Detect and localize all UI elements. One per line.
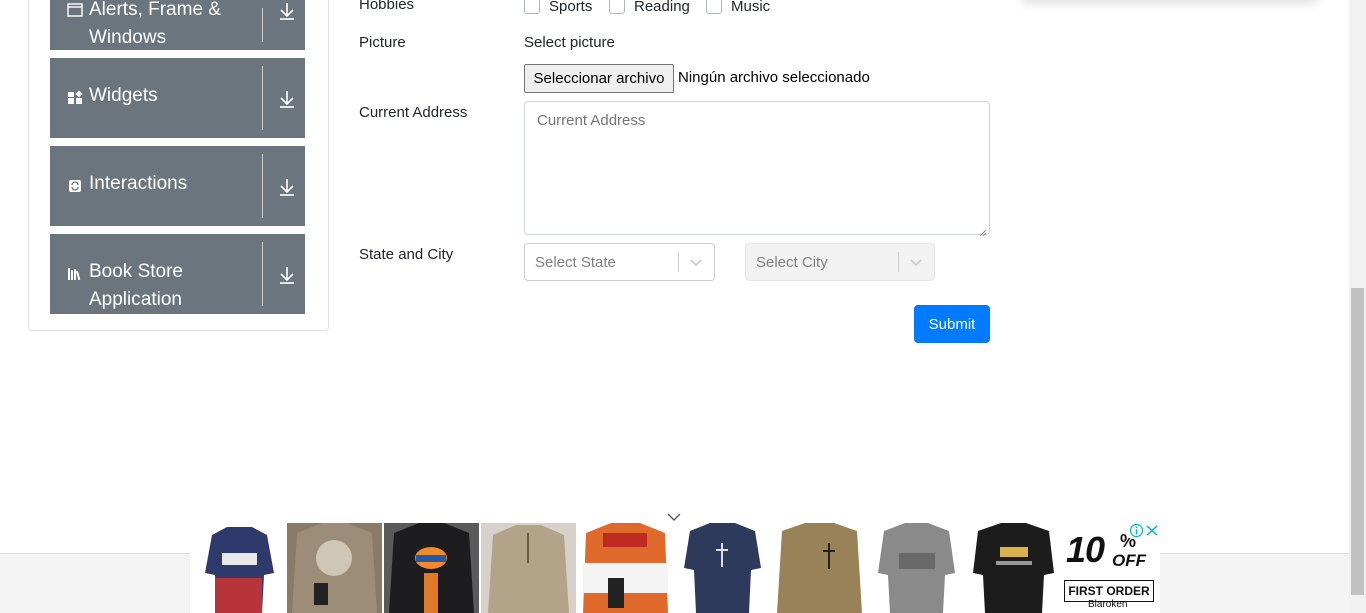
refresh-icon bbox=[67, 178, 83, 194]
checkbox-label: Music bbox=[731, 0, 771, 15]
window-icon bbox=[67, 2, 83, 18]
choose-file-button[interactable]: Seleccionar archivo bbox=[524, 64, 674, 93]
sidebar-group-alerts-frame-windows[interactable]: Alerts, Frame & Windows bbox=[50, 0, 305, 50]
select-picture-label: Select picture bbox=[524, 34, 615, 51]
group-divider bbox=[262, 242, 263, 306]
city-select[interactable]: Select City bbox=[745, 243, 935, 281]
chevron-down-icon[interactable] bbox=[909, 255, 923, 269]
ad-product-image[interactable] bbox=[869, 523, 964, 613]
group-divider bbox=[262, 66, 263, 130]
state-city-label: State and City bbox=[359, 246, 454, 263]
download-arrow-icon[interactable] bbox=[276, 264, 298, 286]
promo-off: OFF bbox=[1112, 551, 1146, 570]
ad-collapse-chevron-icon[interactable] bbox=[666, 510, 682, 522]
chevron-down-icon[interactable] bbox=[689, 255, 703, 269]
page: Alerts, Frame & Windows Widgets Interact… bbox=[0, 0, 1366, 613]
books-icon bbox=[67, 266, 83, 282]
picture-label: Picture bbox=[359, 34, 406, 51]
sidebar-group-interactions[interactable]: Interactions bbox=[50, 146, 305, 226]
ad-close-icon[interactable] bbox=[1144, 523, 1160, 538]
current-address-label: Current Address bbox=[359, 104, 468, 121]
checkbox-label: Reading bbox=[634, 0, 690, 15]
ad-product-image[interactable] bbox=[578, 523, 673, 613]
group-divider bbox=[262, 154, 263, 218]
hobbies-label: Hobbies bbox=[359, 0, 415, 13]
download-arrow-icon[interactable] bbox=[276, 0, 298, 22]
sidebar-group-book-store-application[interactable]: Book Store Application bbox=[50, 234, 305, 314]
ad-product-image[interactable] bbox=[675, 523, 770, 613]
hobby-checkbox-music[interactable]: Music bbox=[706, 0, 770, 16]
sidebar-group-label: Widgets bbox=[89, 85, 158, 106]
promo-percent: 10 bbox=[1066, 529, 1105, 570]
widgets-grid-icon bbox=[67, 90, 83, 106]
state-select-placeholder: Select State bbox=[535, 254, 616, 271]
download-arrow-icon[interactable] bbox=[276, 176, 298, 198]
city-select-placeholder: Select City bbox=[756, 254, 828, 271]
select-separator bbox=[898, 252, 899, 272]
sidebar-group-widgets[interactable]: Widgets bbox=[50, 58, 305, 138]
page-scrollbar[interactable] bbox=[1349, 0, 1366, 613]
checkbox-label: Sports bbox=[549, 0, 593, 15]
textarea-placeholder: Current Address bbox=[537, 112, 646, 129]
ad-product-image[interactable] bbox=[287, 523, 382, 613]
ad-banner[interactable] bbox=[190, 523, 1160, 613]
download-arrow-icon[interactable] bbox=[276, 88, 298, 110]
sidebar-group-label: Alerts, Frame & Windows bbox=[89, 0, 259, 52]
sidebar-group-label-line2: Application bbox=[89, 289, 182, 310]
group-divider bbox=[262, 8, 263, 42]
sidebar-group-label: Book Store Application bbox=[89, 258, 259, 314]
sidebar-group-label: Interactions bbox=[89, 173, 188, 194]
ad-product-image[interactable] bbox=[481, 523, 576, 613]
hobby-checkbox-sports[interactable]: Sports bbox=[524, 0, 592, 16]
checkbox[interactable] bbox=[706, 0, 722, 14]
submit-button[interactable]: Submit bbox=[914, 305, 990, 343]
ad-product-image[interactable] bbox=[384, 523, 479, 613]
ad-product-image[interactable] bbox=[966, 523, 1061, 613]
ad-info-icon[interactable] bbox=[1129, 523, 1144, 538]
ad-product-image[interactable] bbox=[192, 523, 287, 613]
sidebar-group-label-line1: Book Store bbox=[89, 261, 183, 282]
checkbox[interactable] bbox=[609, 0, 625, 14]
sidebar-group-label-line1: Alerts, Frame & bbox=[89, 0, 221, 20]
file-status-text: Ningún archivo seleccionado bbox=[678, 69, 870, 86]
state-select[interactable]: Select State bbox=[524, 243, 715, 281]
ad-product-image[interactable] bbox=[772, 523, 867, 613]
resize-grip-icon[interactable] bbox=[979, 224, 987, 237]
checkbox[interactable] bbox=[524, 0, 540, 14]
hobby-checkbox-reading[interactable]: Reading bbox=[609, 0, 690, 16]
select-separator bbox=[678, 252, 679, 272]
current-address-textarea[interactable]: Current Address bbox=[524, 101, 990, 237]
sidebar-group-label-line2: Windows bbox=[89, 27, 167, 48]
promo-brand: Blaroken bbox=[1088, 599, 1128, 610]
scrollbar-thumb[interactable] bbox=[1351, 288, 1364, 595]
